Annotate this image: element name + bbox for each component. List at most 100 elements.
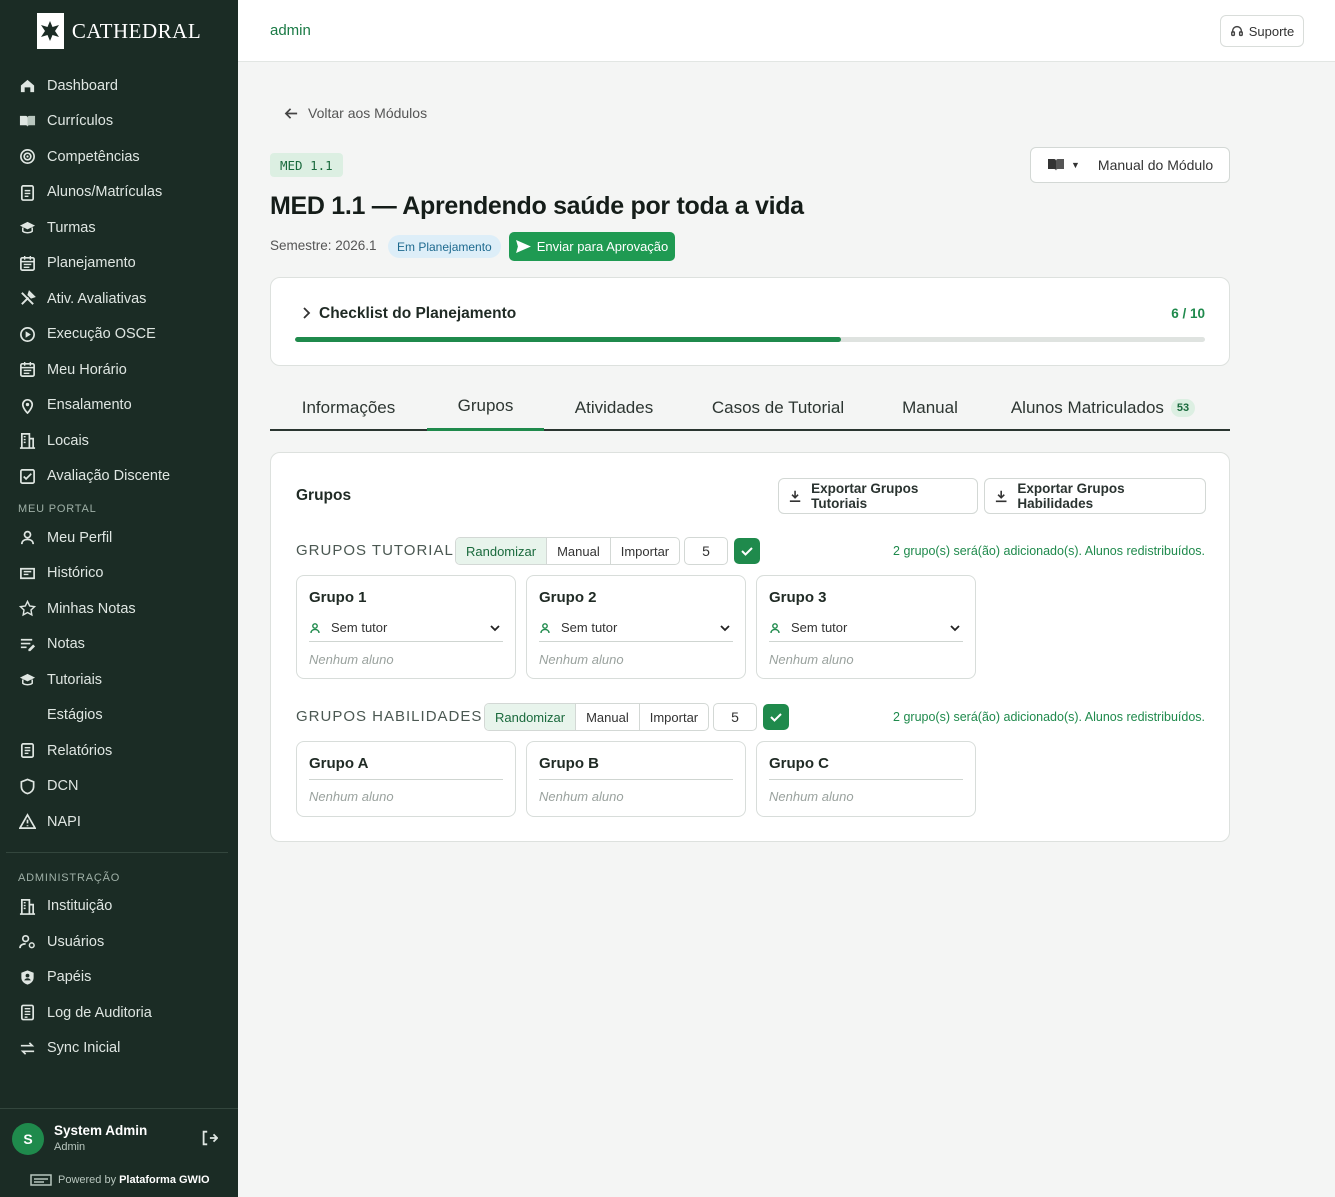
tutorial-confirm-button[interactable] <box>734 538 760 564</box>
sidebar-item-instituicao[interactable]: Instituição <box>0 889 238 925</box>
tab-grupos[interactable]: Grupos <box>427 384 544 431</box>
sidebar-item-historico[interactable]: Histórico <box>0 556 238 592</box>
chevron-down-icon <box>490 625 500 632</box>
tab-casos-tutorial[interactable]: Casos de Tutorial <box>684 384 872 431</box>
sidebar: CATHEDRAL Dashboard Currículos Competência… <box>0 0 238 1197</box>
sidebar-item-dcn[interactable]: DCN <box>0 769 238 805</box>
sidebar-item-label: Log de Auditoria <box>47 1004 152 1021</box>
module-code-badge: MED 1.1 <box>270 153 343 177</box>
sidebar-item-alunos-matriculas[interactable]: Alunos/Matrículas <box>0 175 238 211</box>
sidebar-item-label: Competências <box>47 148 140 165</box>
sidebar-item-label: Meu Horário <box>47 361 127 378</box>
tab-informacoes[interactable]: Informações <box>270 384 427 431</box>
tutor-select[interactable]: Sem tutor <box>539 614 733 642</box>
tutorial-groups-label: GRUPOS TUTORIAL <box>296 542 454 559</box>
checklist-title: Checklist do Planejamento <box>319 305 517 322</box>
check-icon <box>741 547 753 556</box>
sidebar-item-meu-perfil[interactable]: Meu Perfil <box>0 520 238 556</box>
sidebar-divider <box>6 851 228 853</box>
arrow-left-icon <box>284 107 298 119</box>
status-badge: Em Planejamento <box>388 235 501 258</box>
logo[interactable]: CATHEDRAL <box>0 0 238 62</box>
mode-importar[interactable]: Importar <box>611 538 679 564</box>
sidebar-item-estagios[interactable]: Estágios <box>0 698 238 734</box>
building-icon <box>18 897 36 915</box>
sidebar-item-label: Ativ. Avaliativas <box>47 290 147 307</box>
sidebar-item-minhas-notas[interactable]: Minhas Notas <box>0 591 238 627</box>
support-label: Suporte <box>1248 23 1295 39</box>
support-button[interactable]: Suporte <box>1220 15 1304 47</box>
sidebar-item-turmas[interactable]: Turmas <box>0 210 238 246</box>
sidebar-item-execucao-osce[interactable]: Execução OSCE <box>0 317 238 353</box>
sidebar-item-dashboard[interactable]: Dashboard <box>0 68 238 104</box>
skills-group-count-input[interactable]: 5 <box>713 703 757 731</box>
tab-atividades[interactable]: Atividades <box>544 384 684 431</box>
tab-manual[interactable]: Manual <box>872 384 988 431</box>
sidebar-item-napi[interactable]: NAPI <box>0 804 238 840</box>
tab-alunos-matriculados[interactable]: Alunos Matriculados 53 <box>988 384 1218 431</box>
sidebar-item-curriculos[interactable]: Currículos <box>0 104 238 140</box>
sidebar-item-label: Notas <box>47 636 85 653</box>
sidebar-item-planejamento[interactable]: Planejamento <box>0 246 238 282</box>
tutor-select[interactable]: Sem tutor <box>769 614 963 642</box>
powered-brand[interactable]: Plataforma GWIO <box>119 1174 209 1186</box>
empty-students: Nenhum aluno <box>769 789 854 804</box>
sidebar-item-locais[interactable]: Locais <box>0 423 238 459</box>
sidebar-item-ativ-avaliativas[interactable]: Ativ. Avaliativas <box>0 281 238 317</box>
calendar-icon <box>18 254 36 272</box>
checklist-card[interactable]: Checklist do Planejamento 6 / 10 <box>270 277 1230 366</box>
sidebar-item-relatorios[interactable]: Relatórios <box>0 733 238 769</box>
sidebar-item-avaliacao-discente[interactable]: Avaliação Discente <box>0 459 238 495</box>
manual-button[interactable]: ▼ Manual do Módulo <box>1030 147 1230 183</box>
sidebar-item-log-de-auditoria[interactable]: Log de Auditoria <box>0 995 238 1031</box>
home-icon <box>18 77 36 95</box>
logo-text: CATHEDRAL <box>71 18 202 43</box>
skills-mode-selector: Randomizar Manual Importar <box>484 703 710 731</box>
mode-importar[interactable]: Importar <box>640 704 708 730</box>
graduation-cap-icon <box>18 671 36 689</box>
person-icon <box>540 622 550 633</box>
sidebar-item-label: Minhas Notas <box>47 600 136 617</box>
sync-icon <box>18 1039 36 1057</box>
page-title: MED 1.1 — Aprendendo saúde por toda a vi… <box>270 192 804 220</box>
group-card-2: Grupo 2 Sem tutor Nenhum aluno <box>526 575 746 679</box>
mode-manual[interactable]: Manual <box>576 704 640 730</box>
sidebar-item-ensalamento[interactable]: Ensalamento <box>0 388 238 424</box>
export-skills-button[interactable]: Exportar Grupos Habilidades <box>984 478 1206 514</box>
sidebar-item-label: DCN <box>47 778 79 795</box>
export-tutorial-label: Exportar Grupos Tutoriais <box>811 481 919 511</box>
sidebar-item-sync-inicial[interactable]: Sync Inicial <box>0 1031 238 1067</box>
sidebar-item-usuarios[interactable]: Usuários <box>0 924 238 960</box>
admin-nav: Instituição Usuários Papéis Log de Auditori… <box>0 889 238 1067</box>
send-icon <box>515 240 531 253</box>
tab-label: Informações <box>301 397 396 417</box>
sidebar-item-papeis[interactable]: Papéis <box>0 960 238 996</box>
back-link[interactable]: Voltar aos Módulos <box>284 105 427 121</box>
gwio-logo-icon <box>30 1174 52 1186</box>
history-icon <box>18 564 36 582</box>
mode-randomizar[interactable]: Randomizar <box>485 704 577 730</box>
skills-confirm-button[interactable] <box>763 704 789 730</box>
mode-manual[interactable]: Manual <box>547 538 611 564</box>
sidebar-item-notas[interactable]: Notas <box>0 627 238 663</box>
chevron-down-icon <box>950 625 960 632</box>
tutor-select[interactable]: Sem tutor <box>309 614 503 642</box>
avatar[interactable]: S <box>12 1123 44 1155</box>
group-card-1: Grupo 1 Sem tutor Nenhum aluno <box>296 575 516 679</box>
logout-icon[interactable] <box>200 1129 218 1147</box>
send-approval-button[interactable]: Enviar para Aprovação <box>509 232 675 261</box>
sidebar-item-competencias[interactable]: Competências <box>0 139 238 175</box>
sidebar-item-tutoriais[interactable]: Tutoriais <box>0 662 238 698</box>
skills-groups-label: GRUPOS HABILIDADES <box>296 708 483 725</box>
download-icon <box>995 490 1007 503</box>
target-icon <box>18 148 36 166</box>
sidebar-item-label: Relatórios <box>47 742 113 759</box>
tutorial-group-count-input[interactable]: 5 <box>684 537 728 565</box>
main-nav: Dashboard Currículos Competências Alunos/Ma… <box>0 62 238 494</box>
tutorial-groups-note: 2 grupo(s) será(ão) adicionado(s). Aluno… <box>893 544 1205 558</box>
chevron-down-icon <box>720 625 730 632</box>
export-tutorial-button[interactable]: Exportar Grupos Tutoriais <box>778 478 978 514</box>
sidebar-item-meu-horario[interactable]: Meu Horário <box>0 352 238 388</box>
calendar-icon <box>18 361 36 379</box>
mode-randomizar[interactable]: Randomizar <box>456 538 548 564</box>
